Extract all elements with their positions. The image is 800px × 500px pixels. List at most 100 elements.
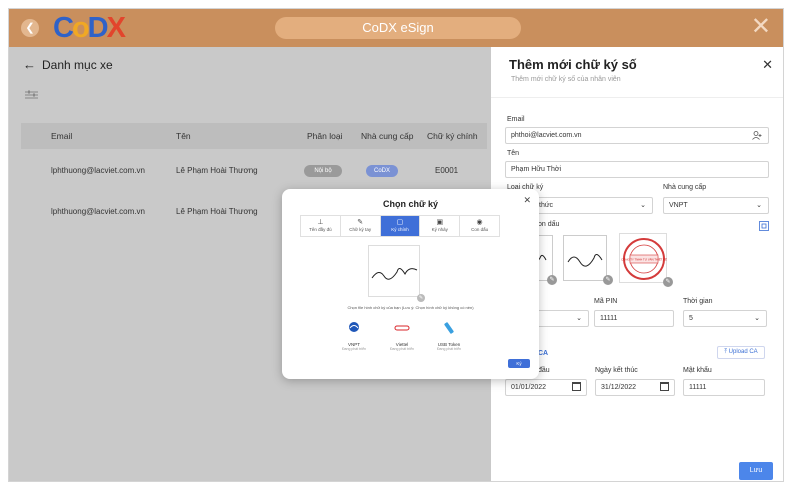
- filter-icon[interactable]: [25, 90, 38, 100]
- upload-ca-button[interactable]: ⤒ Upload CA: [717, 346, 765, 359]
- password-label: Mật khẩu: [683, 367, 712, 374]
- tab-label: Tên đầy đủ: [309, 227, 332, 232]
- image-icon: ▣: [436, 219, 444, 226]
- signature-scribble: [567, 254, 603, 267]
- signature-label: on dấu: [538, 221, 560, 228]
- provider-desc: Đang phát triển: [390, 347, 414, 351]
- tab-stamp[interactable]: ◉ Con dấu: [460, 216, 499, 236]
- app-logo: CoDX: [53, 12, 126, 44]
- provider-desc: Đang phát triển: [437, 347, 461, 351]
- name-label: Tên: [507, 150, 520, 157]
- edit-icon[interactable]: ✎: [417, 294, 425, 302]
- provider-select[interactable]: VNPT ⌄: [663, 197, 769, 214]
- provider-desc: Đang phát triển: [342, 347, 366, 351]
- chevron-down-icon: ⌄: [640, 202, 646, 209]
- signature-tabs: ⊥ Tên đầy đủ ✎ Chữ ký tay ▢ Ký chính ▣ Ký nh…: [300, 215, 500, 237]
- row-email: lphthuong@lacviet.com.vn: [51, 166, 145, 175]
- close-icon[interactable]: ✕: [751, 14, 771, 40]
- breadcrumb[interactable]: ← Danh mục xe: [23, 57, 113, 72]
- start-date-field[interactable]: 01/01/2022: [505, 379, 587, 396]
- col-provider: Nhà cung cấp: [361, 131, 414, 141]
- stamp-box[interactable]: CÔNG TY TNHH TƯ VẤN THIẾT KẾ: [619, 233, 667, 283]
- add-user-icon[interactable]: [752, 131, 762, 140]
- breadcrumb-label: Danh mục xe: [42, 58, 113, 72]
- expand-icon[interactable]: [759, 221, 769, 231]
- pin-field[interactable]: 11111: [594, 310, 674, 327]
- calendar-icon[interactable]: [572, 382, 581, 391]
- col-email: Email: [51, 131, 73, 141]
- edit-icon[interactable]: ✎: [547, 275, 557, 285]
- back-circle-icon[interactable]: ❮: [21, 19, 39, 37]
- provider-viettel[interactable]: Viettel Đang phát triển: [382, 321, 422, 351]
- modal-close-icon[interactable]: ✕: [523, 195, 531, 206]
- pen-icon: ✎: [357, 219, 364, 226]
- logo-letter: D: [87, 12, 109, 44]
- signature-preview[interactable]: [368, 245, 420, 297]
- chevron-down-icon: ⌄: [756, 202, 762, 209]
- row-main: E0001: [435, 166, 459, 175]
- calendar-icon[interactable]: [660, 382, 669, 391]
- tab-handwritten[interactable]: ✎ Chữ ký tay: [341, 216, 381, 236]
- tab-label: Con dấu: [471, 227, 489, 232]
- stamp-text: CÔNG TY TNHH TƯ VẤN THIẾT KẾ: [621, 257, 667, 262]
- email-field[interactable]: phthoi@lacviet.com.vn: [505, 127, 769, 144]
- row-name: Lê Phạm Hoài Thương: [176, 207, 258, 216]
- divider: [491, 97, 783, 98]
- stamp-icon: ◉: [476, 219, 483, 226]
- vnpt-logo-icon: [349, 322, 359, 332]
- sign-button[interactable]: Ký: [508, 359, 530, 368]
- start-date-label: đầu: [538, 367, 550, 374]
- choose-signature-modal: Chọn chữ ký ✕ ⊥ Tên đầy đủ ✎ Chữ ký tay ▢ K…: [282, 189, 539, 379]
- time-select[interactable]: 5 ⌄: [683, 310, 767, 327]
- signature-initial-box[interactable]: [563, 235, 607, 281]
- table-row[interactable]: lphthuong@lacviet.com.vn Lê Phạm Hoài Th…: [21, 151, 487, 191]
- modal-hint: Chọn file hình chữ ký của bạn (Lưu ý: Ch…: [347, 305, 474, 310]
- email-value: phthoi@lacviet.com.vn: [511, 132, 582, 139]
- tab-label: Ký nháy: [431, 227, 448, 232]
- tab-full-name[interactable]: ⊥ Tên đầy đủ: [301, 216, 341, 236]
- usb-token-icon: [444, 322, 454, 334]
- panel-subtitle: Thêm mới chữ ký số của nhân viên: [511, 76, 621, 83]
- chevron-down-icon: ⌄: [576, 315, 582, 322]
- end-date-label: Ngày kết thúc: [595, 367, 638, 374]
- text-icon: ⊥: [317, 219, 324, 226]
- app-title: CoDX eSign: [275, 17, 521, 39]
- app-window: ❮ CoDX CoDX eSign ✕ ← Danh mục xe Email T…: [8, 8, 784, 482]
- provider-vnpt[interactable]: VNPT Đang phát triển: [334, 321, 374, 351]
- back-arrow-icon[interactable]: ←: [23, 57, 36, 72]
- start-date-value: 01/01/2022: [511, 384, 547, 391]
- col-type: Phân loại: [307, 131, 343, 141]
- password-value: 11111: [689, 384, 707, 391]
- panel-close-icon[interactable]: ✕: [762, 57, 773, 73]
- edit-icon[interactable]: ✎: [663, 277, 673, 287]
- ca-label: CA: [538, 350, 549, 357]
- email-label: Email: [507, 116, 525, 123]
- modal-title: Chọn chữ ký: [382, 199, 439, 209]
- tab-main-signature[interactable]: ▢ Ký chính: [380, 216, 421, 236]
- end-date-value: 31/12/2022: [601, 384, 637, 391]
- tab-label: Chữ ký tay: [349, 227, 372, 232]
- save-button[interactable]: Lưu: [739, 462, 773, 480]
- logo-letter: X: [106, 12, 126, 44]
- company-stamp: CÔNG TY TNHH TƯ VẤN THIẾT KẾ: [621, 238, 667, 280]
- provider-badge: CoDX: [366, 165, 398, 177]
- provider-usb-token[interactable]: USB Token Đang phát triển: [429, 321, 469, 351]
- password-field[interactable]: 11111: [683, 379, 765, 396]
- edit-icon[interactable]: ✎: [603, 275, 613, 285]
- pin-value: 11111: [600, 315, 618, 322]
- pin-label: Mã PIN: [594, 298, 618, 305]
- col-name: Tên: [176, 131, 191, 141]
- time-value: 5: [689, 315, 693, 322]
- table-header: Email Tên Phân loại Nhà cung cấp Chữ ký …: [21, 123, 487, 149]
- upload-label: Upload CA: [728, 349, 758, 355]
- signature-scribble: [371, 268, 418, 280]
- col-main: Chữ ký chính: [427, 131, 478, 141]
- tab-label: Ký chính: [391, 227, 409, 232]
- logo-letter: C: [53, 12, 74, 44]
- panel-title: Thêm mới chữ ký số: [509, 57, 637, 72]
- top-bar: ❮ CoDX CoDX eSign ✕: [9, 9, 783, 47]
- end-date-field[interactable]: 31/12/2022: [595, 379, 675, 396]
- name-field[interactable]: Phạm Hữu Thời: [505, 161, 769, 178]
- provider-label: Nhà cung cấp: [663, 184, 707, 191]
- tab-initial[interactable]: ▣ Ký nháy: [420, 216, 461, 236]
